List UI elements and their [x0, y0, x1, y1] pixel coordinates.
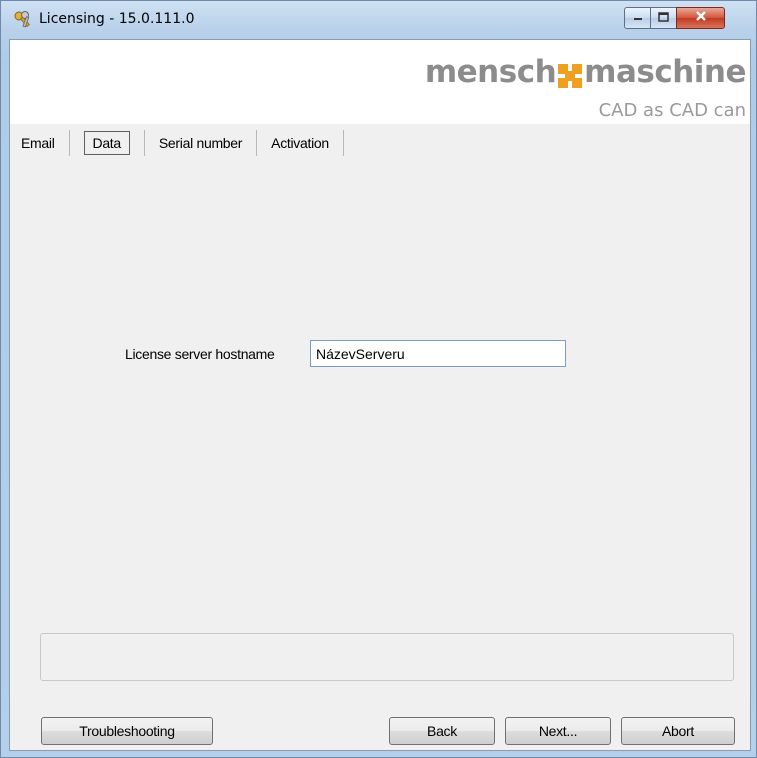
brand-name-right: maschine	[584, 54, 746, 90]
tab-data[interactable]: Data	[70, 130, 145, 156]
hostname-input[interactable]	[310, 340, 566, 367]
brand-logo: mensch maschine	[424, 54, 747, 90]
tab-activation-label: Activation	[271, 135, 329, 151]
tab-email[interactable]: Email	[10, 130, 70, 156]
brand-tagline: CAD as CAD can	[598, 100, 746, 121]
maximize-icon	[658, 9, 669, 27]
minimize-icon	[633, 9, 643, 27]
minimize-button[interactable]	[624, 7, 651, 29]
back-button[interactable]: Back	[389, 717, 495, 745]
troubleshooting-button[interactable]: Troubleshooting	[41, 717, 213, 745]
window-title: Licensing - 15.0.111.0	[39, 11, 195, 27]
title-bar[interactable]: Licensing - 15.0.111.0	[1, 1, 757, 41]
close-button[interactable]	[676, 7, 725, 29]
brand-banner: mensch maschine CAD as CAD can	[10, 40, 750, 124]
close-icon	[695, 9, 707, 27]
tab-email-label: Email	[21, 135, 55, 151]
abort-button[interactable]: Abort	[621, 717, 735, 745]
maximize-button[interactable]	[650, 7, 677, 29]
tab-data-label: Data	[83, 131, 130, 155]
tab-strip: Email Data Serial number Activation	[10, 128, 344, 158]
brand-cross-icon	[558, 60, 583, 88]
tab-serial-number-label: Serial number	[158, 135, 243, 151]
next-button[interactable]: Next...	[505, 717, 611, 745]
dialog-client-area: mensch maschine CAD as CAD can Email Dat…	[9, 39, 751, 751]
brand-name-left: mensch	[424, 54, 557, 90]
status-panel	[40, 633, 734, 681]
tab-activation[interactable]: Activation	[257, 130, 344, 156]
licensing-window: Licensing - 15.0.111.0 mensch maschine C…	[0, 0, 757, 758]
tab-serial-number[interactable]: Serial number	[145, 130, 258, 156]
key-icon	[13, 10, 33, 30]
hostname-label: License server hostname	[125, 346, 275, 362]
